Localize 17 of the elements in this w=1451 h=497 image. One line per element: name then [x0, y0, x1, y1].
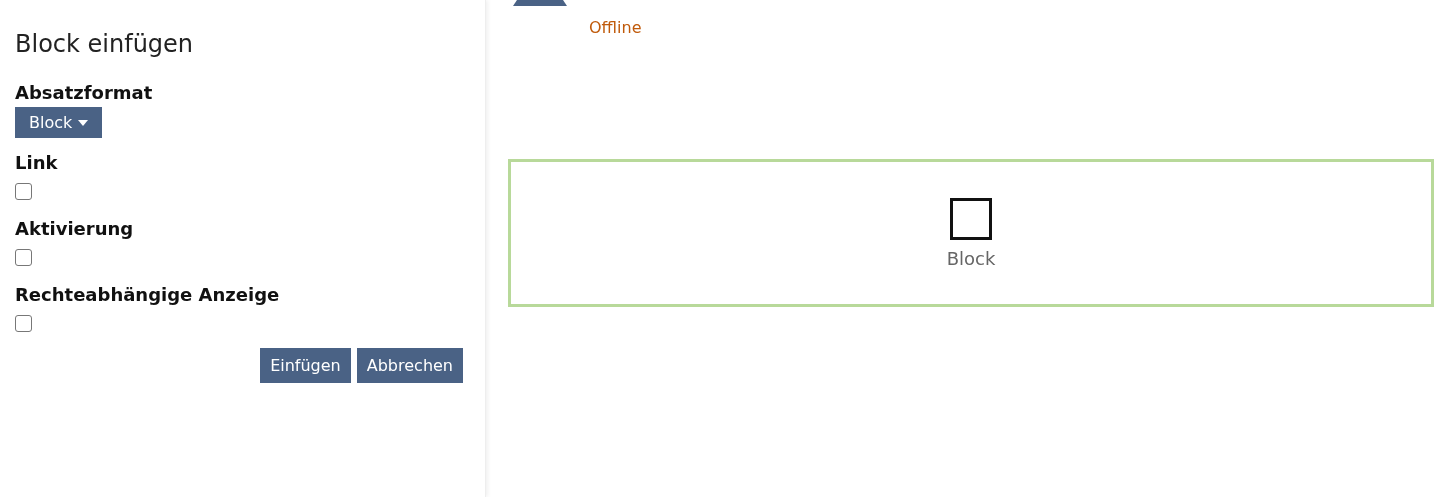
- triangle-icon: [513, 0, 567, 6]
- caret-icon: [78, 119, 89, 126]
- checkbox[interactable]: [15, 315, 32, 332]
- checkbox[interactable]: [15, 249, 32, 266]
- cancel-button[interactable]: Abbrechen: [356, 348, 463, 383]
- checkbox[interactable]: [15, 183, 32, 200]
- panel-title: Block einfügen: [15, 30, 195, 58]
- square-icon: [950, 197, 992, 240]
- field-label: Link: [15, 152, 59, 173]
- status-text: Offline: [589, 18, 642, 37]
- field-label: Aktivierung: [15, 218, 135, 239]
- format-dropdown[interactable]: Block: [15, 107, 103, 138]
- field-label: Absatzformat: [15, 82, 154, 103]
- block-label: Block: [946, 247, 996, 269]
- field-label: Rechteabhängige Anzeige: [15, 284, 281, 305]
- insert-button[interactable]: Einfügen: [260, 348, 351, 383]
- block-area[interactable]: Block: [508, 159, 1434, 307]
